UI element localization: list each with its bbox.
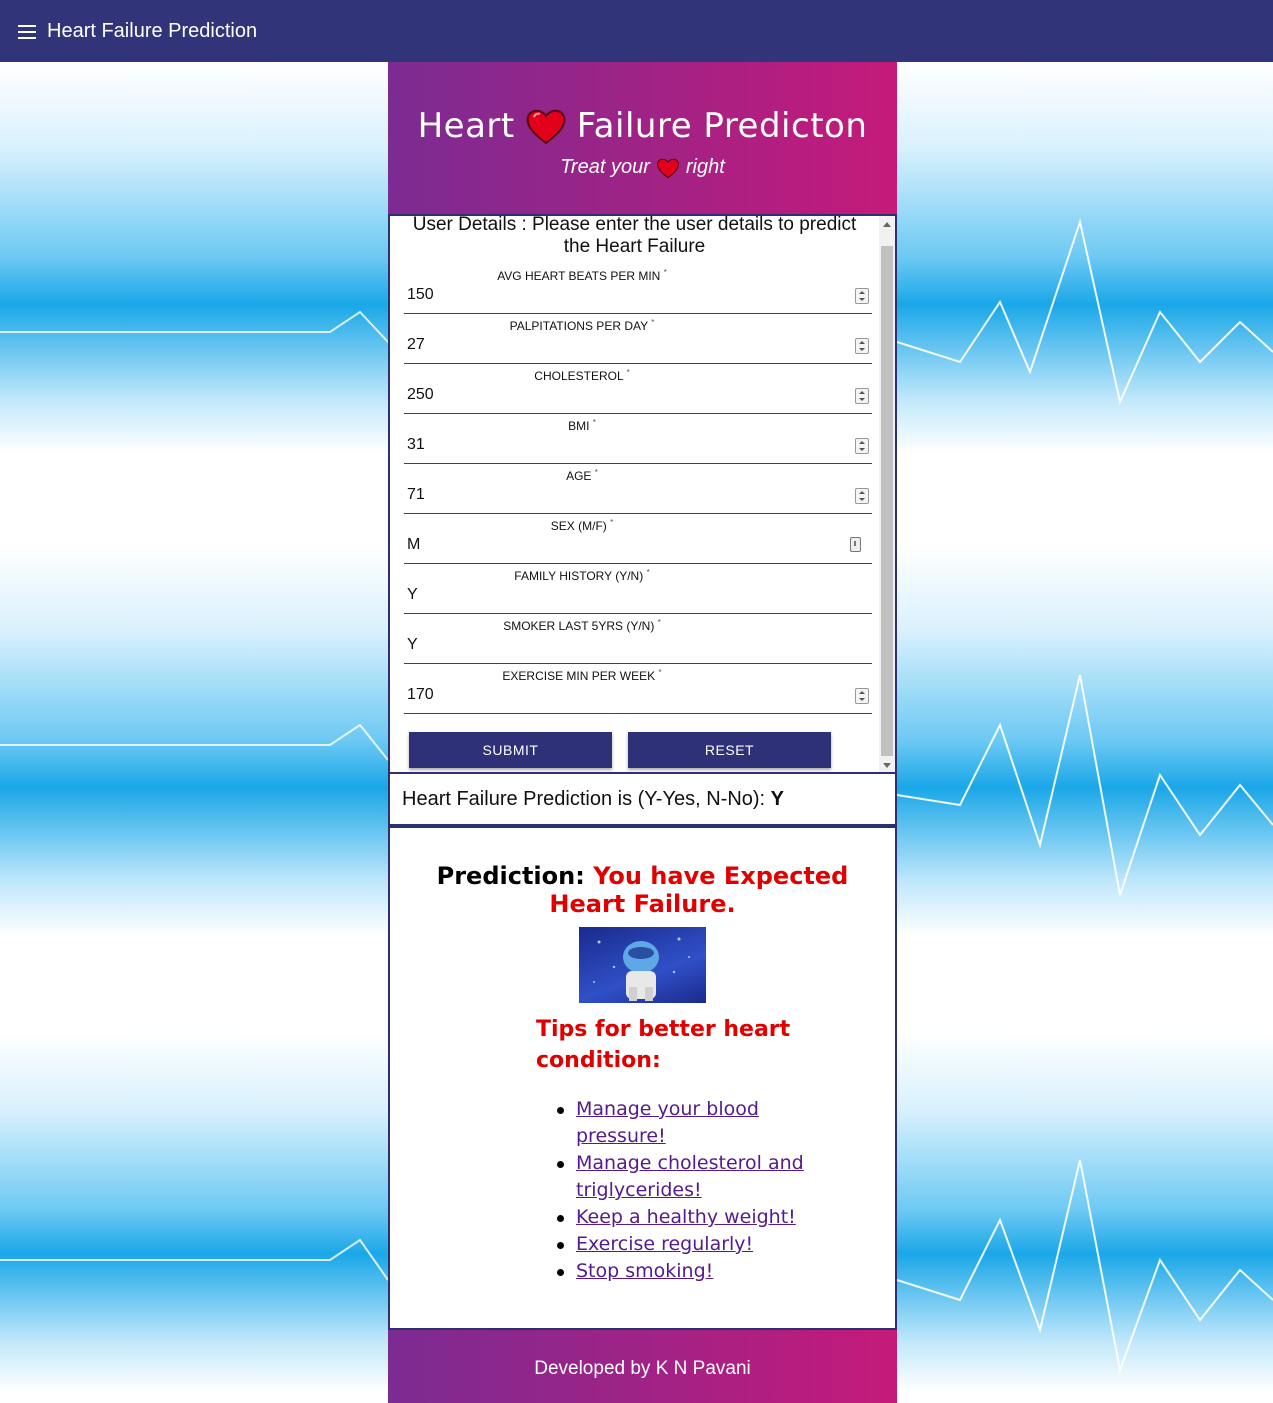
prediction-message: You have Expected Heart Failure.	[549, 862, 849, 918]
submit-button[interactable]: SUBMIT	[409, 732, 612, 768]
main-column: Heart Failure Predicton Treat your right…	[388, 62, 897, 1403]
palpitations-field[interactable]: PALPITATIONS PER DAY * 27	[404, 314, 872, 364]
age-field[interactable]: AGE * 71	[404, 464, 872, 514]
tip-link-weight[interactable]: Keep a healthy weight!	[576, 1206, 796, 1228]
required-mark: *	[594, 468, 598, 477]
field-label: CHOLESTEROL	[534, 369, 624, 383]
hero-subtitle: Treat your right	[388, 156, 897, 179]
user-details-form: User Details : Please enter the user det…	[388, 214, 897, 774]
form-scrollbar[interactable]	[879, 216, 895, 772]
field-value[interactable]: 31	[407, 436, 425, 454]
required-mark: *	[658, 668, 662, 677]
field-value[interactable]: 150	[407, 286, 434, 304]
cholesterol-field[interactable]: CHOLESTEROL * 250	[404, 364, 872, 414]
tip-link-cholesterol[interactable]: Manage cholesterol and triglycerides!	[576, 1152, 804, 1201]
field-label: BMI	[568, 419, 590, 433]
number-spinner-icon[interactable]	[855, 488, 869, 504]
number-spinner-icon[interactable]	[855, 288, 869, 304]
number-spinner-icon[interactable]	[855, 438, 869, 454]
required-mark: *	[663, 268, 667, 277]
scroll-down-icon[interactable]	[883, 763, 891, 768]
smoker-field[interactable]: SMOKER LAST 5YRS (Y/N) * Y	[404, 614, 872, 664]
footer-credit: Developed by K N Pavani	[534, 1358, 751, 1379]
field-label: AGE	[566, 469, 592, 483]
hero-banner: Heart Failure Predicton Treat your right	[388, 62, 897, 214]
scrollbar-thumb[interactable]	[881, 246, 893, 756]
heart-icon	[526, 109, 566, 145]
sex-field[interactable]: SEX (M/F) * M	[404, 514, 872, 564]
app-bar: Heart Failure Prediction	[0, 0, 1273, 62]
required-mark: *	[592, 418, 596, 427]
tips-heading: Tips for better heart condition:	[536, 1017, 791, 1073]
exercise-field[interactable]: EXERCISE MIN PER WEEK * 170	[404, 664, 872, 714]
tip-link-smoking[interactable]: Stop smoking!	[576, 1260, 713, 1282]
scroll-up-icon[interactable]	[883, 222, 891, 227]
list-item: Keep a healthy weight!	[557, 1204, 836, 1231]
field-value[interactable]: Y	[407, 636, 418, 654]
field-label: SEX (M/F)	[550, 519, 607, 533]
field-value[interactable]: M	[407, 536, 420, 554]
field-label: EXERCISE MIN PER WEEK	[502, 669, 656, 683]
field-value[interactable]: 71	[407, 486, 425, 504]
prediction-panel: Prediction: You have Expected Heart Fail…	[388, 826, 897, 1330]
result-value: Y	[770, 788, 785, 810]
field-label: AVG HEART BEATS PER MIN	[497, 269, 661, 283]
list-item: Manage cholesterol and triglycerides!	[557, 1150, 836, 1204]
prediction-prefix: Prediction:	[436, 862, 585, 890]
hero-title-right: Failure Predicton	[576, 106, 868, 146]
field-value[interactable]: 250	[407, 386, 434, 404]
hero-subtitle-left: Treat your	[560, 156, 650, 178]
tip-link-blood-pressure[interactable]: Manage your blood pressure!	[576, 1098, 759, 1147]
field-underline	[404, 713, 872, 714]
result-label: Heart Failure Prediction is (Y-Yes, N-No…	[402, 788, 766, 810]
hero-title: Heart Failure Predicton	[388, 106, 897, 146]
field-value[interactable]: 27	[407, 336, 425, 354]
field-label: FAMILY HISTORY (Y/N)	[514, 569, 644, 583]
autofill-icon[interactable]	[850, 537, 861, 552]
sad-character-image	[579, 927, 706, 1003]
field-value[interactable]: 170	[407, 686, 434, 704]
field-value[interactable]: Y	[407, 586, 418, 604]
field-label: PALPITATIONS PER DAY	[509, 319, 648, 333]
required-mark: *	[657, 618, 661, 627]
hamburger-menu-icon[interactable]	[18, 25, 36, 39]
tip-link-exercise[interactable]: Exercise regularly!	[576, 1233, 753, 1255]
number-spinner-icon[interactable]	[855, 338, 869, 354]
footer: Developed by K N Pavani	[388, 1330, 897, 1403]
number-spinner-icon[interactable]	[855, 688, 869, 704]
hero-title-left: Heart	[417, 106, 515, 146]
field-label: SMOKER LAST 5YRS (Y/N)	[503, 619, 655, 633]
form-heading: User Details : Please enter the user det…	[412, 214, 857, 257]
hero-subtitle-right: right	[685, 156, 725, 178]
app-title: Heart Failure Prediction	[47, 19, 258, 42]
bmi-field[interactable]: BMI * 31	[404, 414, 872, 464]
prediction-result: Heart Failure Prediction is (Y-Yes, N-No…	[388, 774, 897, 826]
required-mark: *	[646, 568, 650, 577]
heart-icon	[656, 158, 679, 178]
tips-list: Manage your blood pressure! Manage chole…	[557, 1096, 836, 1285]
family-history-field[interactable]: FAMILY HISTORY (Y/N) * Y	[404, 564, 872, 614]
required-mark: *	[626, 368, 630, 377]
list-item: Stop smoking!	[557, 1258, 836, 1285]
list-item: Exercise regularly!	[557, 1231, 836, 1258]
number-spinner-icon[interactable]	[855, 388, 869, 404]
list-item: Manage your blood pressure!	[557, 1096, 836, 1150]
reset-button[interactable]: RESET	[628, 732, 831, 768]
required-mark: *	[610, 518, 614, 527]
avg-heart-beats-field[interactable]: AVG HEART BEATS PER MIN * 150	[404, 264, 872, 314]
required-mark: *	[651, 318, 655, 327]
prediction-heading: Prediction: You have Expected Heart Fail…	[390, 862, 895, 918]
